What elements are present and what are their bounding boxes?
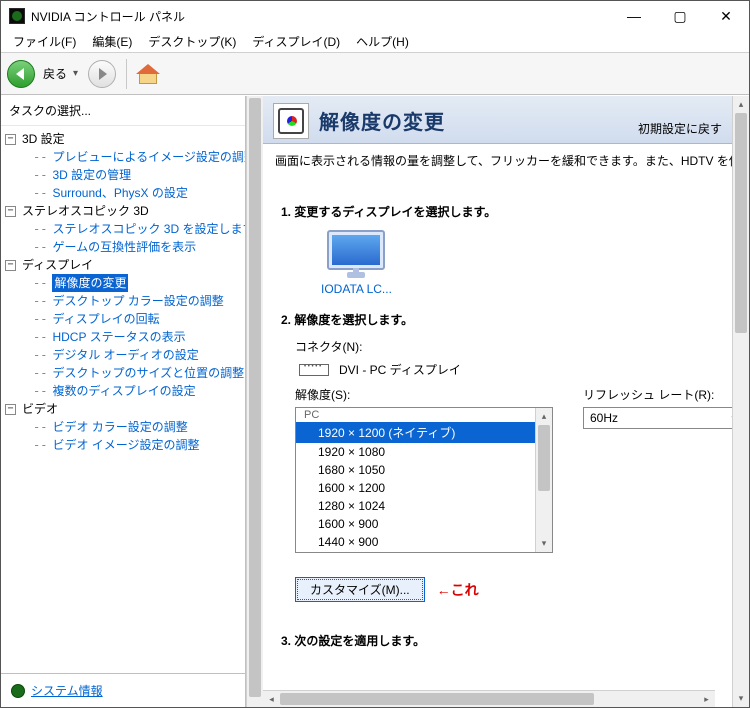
tree-toggle[interactable]: − [5,134,16,145]
minimize-button[interactable]: — [611,1,657,31]
tree-item-surround[interactable]: Surround、PhysX の設定 [52,184,187,202]
tree-item-stereo-compat[interactable]: ゲームの互換性評価を表示 [52,238,196,256]
page-title: 解像度の変更 [319,106,638,135]
tree-item-resolution[interactable]: 解像度の変更 [52,274,128,292]
display-label: IODATA LC... [321,282,391,296]
tree-cat-3d[interactable]: 3D 設定 [22,130,65,148]
refresh-select[interactable]: 60Hz ▾ [583,407,732,429]
home-button[interactable] [137,62,161,86]
back-button[interactable] [7,60,35,88]
resolution-group: PC [296,408,535,422]
resolution-item[interactable]: 1680 × 1050 [296,461,535,479]
tree-toggle[interactable]: − [5,260,16,271]
tree-cat-video[interactable]: ビデオ [22,400,58,418]
scroll-right-icon[interactable]: ▸ [698,691,715,707]
tree-item-video-color[interactable]: ビデオ カラー設定の調整 [52,418,187,436]
tree-item-rotation[interactable]: ディスプレイの回転 [52,310,159,328]
step3-label: 3. 次の設定を適用します。 [281,632,714,649]
resolution-item[interactable]: 1600 × 900 [296,515,535,533]
main-vscrollbar[interactable]: ▴ ▾ [732,96,749,707]
connector-label: コネクタ(N): [295,338,714,355]
system-info-link[interactable]: システム情報 [31,682,103,699]
resolution-item[interactable]: 1280 × 1024 [296,497,535,515]
scroll-left-icon[interactable]: ◂ [263,691,280,707]
sidebar-heading: タスクの選択... [1,96,245,126]
tree-item-hdcp[interactable]: HDCP ステータスの表示 [52,328,185,346]
tree-cat-stereo[interactable]: ステレオスコピック 3D [22,202,149,220]
sidebar: タスクの選択... −3D 設定 --プレビューによるイメージ設定の調整 --3… [1,96,246,707]
tree-item-video-image[interactable]: ビデオ イメージ設定の調整 [52,436,199,454]
page-description: 画面に表示される情報の量を調整して、フリッカーを緩和できます。また、HDTV を… [263,144,732,177]
main-panel: 解像度の変更 初期設定に戻す 画面に表示される情報の量を調整して、フリッカーを緩… [263,96,749,707]
menu-desktop[interactable]: デスクトップ(K) [140,31,244,52]
menu-display[interactable]: ディスプレイ(D) [244,31,348,52]
tree-item-stereo-setup[interactable]: ステレオスコピック 3D を設定します [52,220,245,238]
menu-file[interactable]: ファイル(F) [5,31,84,52]
tree-item-multi[interactable]: 複数のディスプレイの設定 [52,382,195,400]
tree-item-3d-manage[interactable]: 3D 設定の管理 [52,166,131,184]
page-header: 解像度の変更 初期設定に戻す [263,96,732,144]
titlebar: NVIDIA コントロール パネル — ▢ ✕ [1,1,749,31]
close-button[interactable]: ✕ [703,1,749,31]
tree-item-3d-preview[interactable]: プレビューによるイメージ設定の調整 [52,148,245,166]
resolution-item[interactable]: 1440 × 900 [296,533,535,551]
menu-edit[interactable]: 編集(E) [84,31,140,52]
refresh-label: リフレッシュ レート(R): [583,386,732,403]
forward-button[interactable] [88,60,116,88]
tree-toggle[interactable]: − [5,404,16,415]
nvidia-icon [9,8,25,24]
menu-help[interactable]: ヘルプ(H) [348,31,417,52]
annotation-arrow: ←これ [437,580,479,600]
sidebar-footer: システム情報 [1,673,245,707]
tree-cat-display[interactable]: ディスプレイ [22,256,93,274]
listbox-scrollbar[interactable]: ▴ ▾ [535,408,552,552]
scroll-up-icon[interactable]: ▴ [733,96,749,113]
task-tree: −3D 設定 --プレビューによるイメージ設定の調整 --3D 設定の管理 --… [1,126,245,673]
step2-label: 2. 解像度を選択します。 [281,311,714,328]
refresh-value: 60Hz [590,411,618,425]
dvi-icon [299,364,329,376]
window-title: NVIDIA コントロール パネル [31,8,611,25]
reset-defaults-link[interactable]: 初期設定に戻す [638,120,722,139]
scroll-down-icon[interactable]: ▾ [536,535,552,552]
customize-button[interactable]: カスタマイズ(M)... [295,577,425,602]
resolution-icon [273,103,309,139]
monitor-icon [327,230,385,278]
resolution-item[interactable]: 1920 × 1080 [296,443,535,461]
scroll-up-icon[interactable]: ▴ [536,408,552,425]
connector-value: DVI - PC ディスプレイ [339,361,461,378]
tree-toggle[interactable]: − [5,206,16,217]
tree-item-audio[interactable]: デジタル オーディオの設定 [52,346,198,364]
back-label: 戻る [43,65,67,82]
back-dropdown-icon[interactable]: ▾ [73,68,78,79]
step1-label: 1. 変更するディスプレイを選択します。 [281,203,714,220]
toolbar-separator [126,59,127,89]
toolbar: 戻る ▾ [1,53,749,95]
display-selector[interactable]: IODATA LC... [321,230,391,296]
resolution-listbox[interactable]: PC1920 × 1200 (ネイティブ)1920 × 10801680 × 1… [295,407,553,553]
maximize-button[interactable]: ▢ [657,1,703,31]
scroll-down-icon[interactable]: ▾ [733,690,749,707]
menubar: ファイル(F) 編集(E) デスクトップ(K) ディスプレイ(D) ヘルプ(H) [1,31,749,53]
tree-item-size-pos[interactable]: デスクトップのサイズと位置の調整 [52,364,244,382]
info-icon [11,684,25,698]
resolution-item[interactable]: 1600 × 1200 [296,479,535,497]
sidebar-scrollbar[interactable] [246,96,263,707]
main-hscrollbar[interactable]: ◂ ▸ [263,690,715,707]
resolution-item[interactable]: 1920 × 1200 (ネイティブ) [296,422,535,443]
resolution-label: 解像度(S): [295,386,553,403]
tree-item-desktop-color[interactable]: デスクトップ カラー設定の調整 [52,292,223,310]
